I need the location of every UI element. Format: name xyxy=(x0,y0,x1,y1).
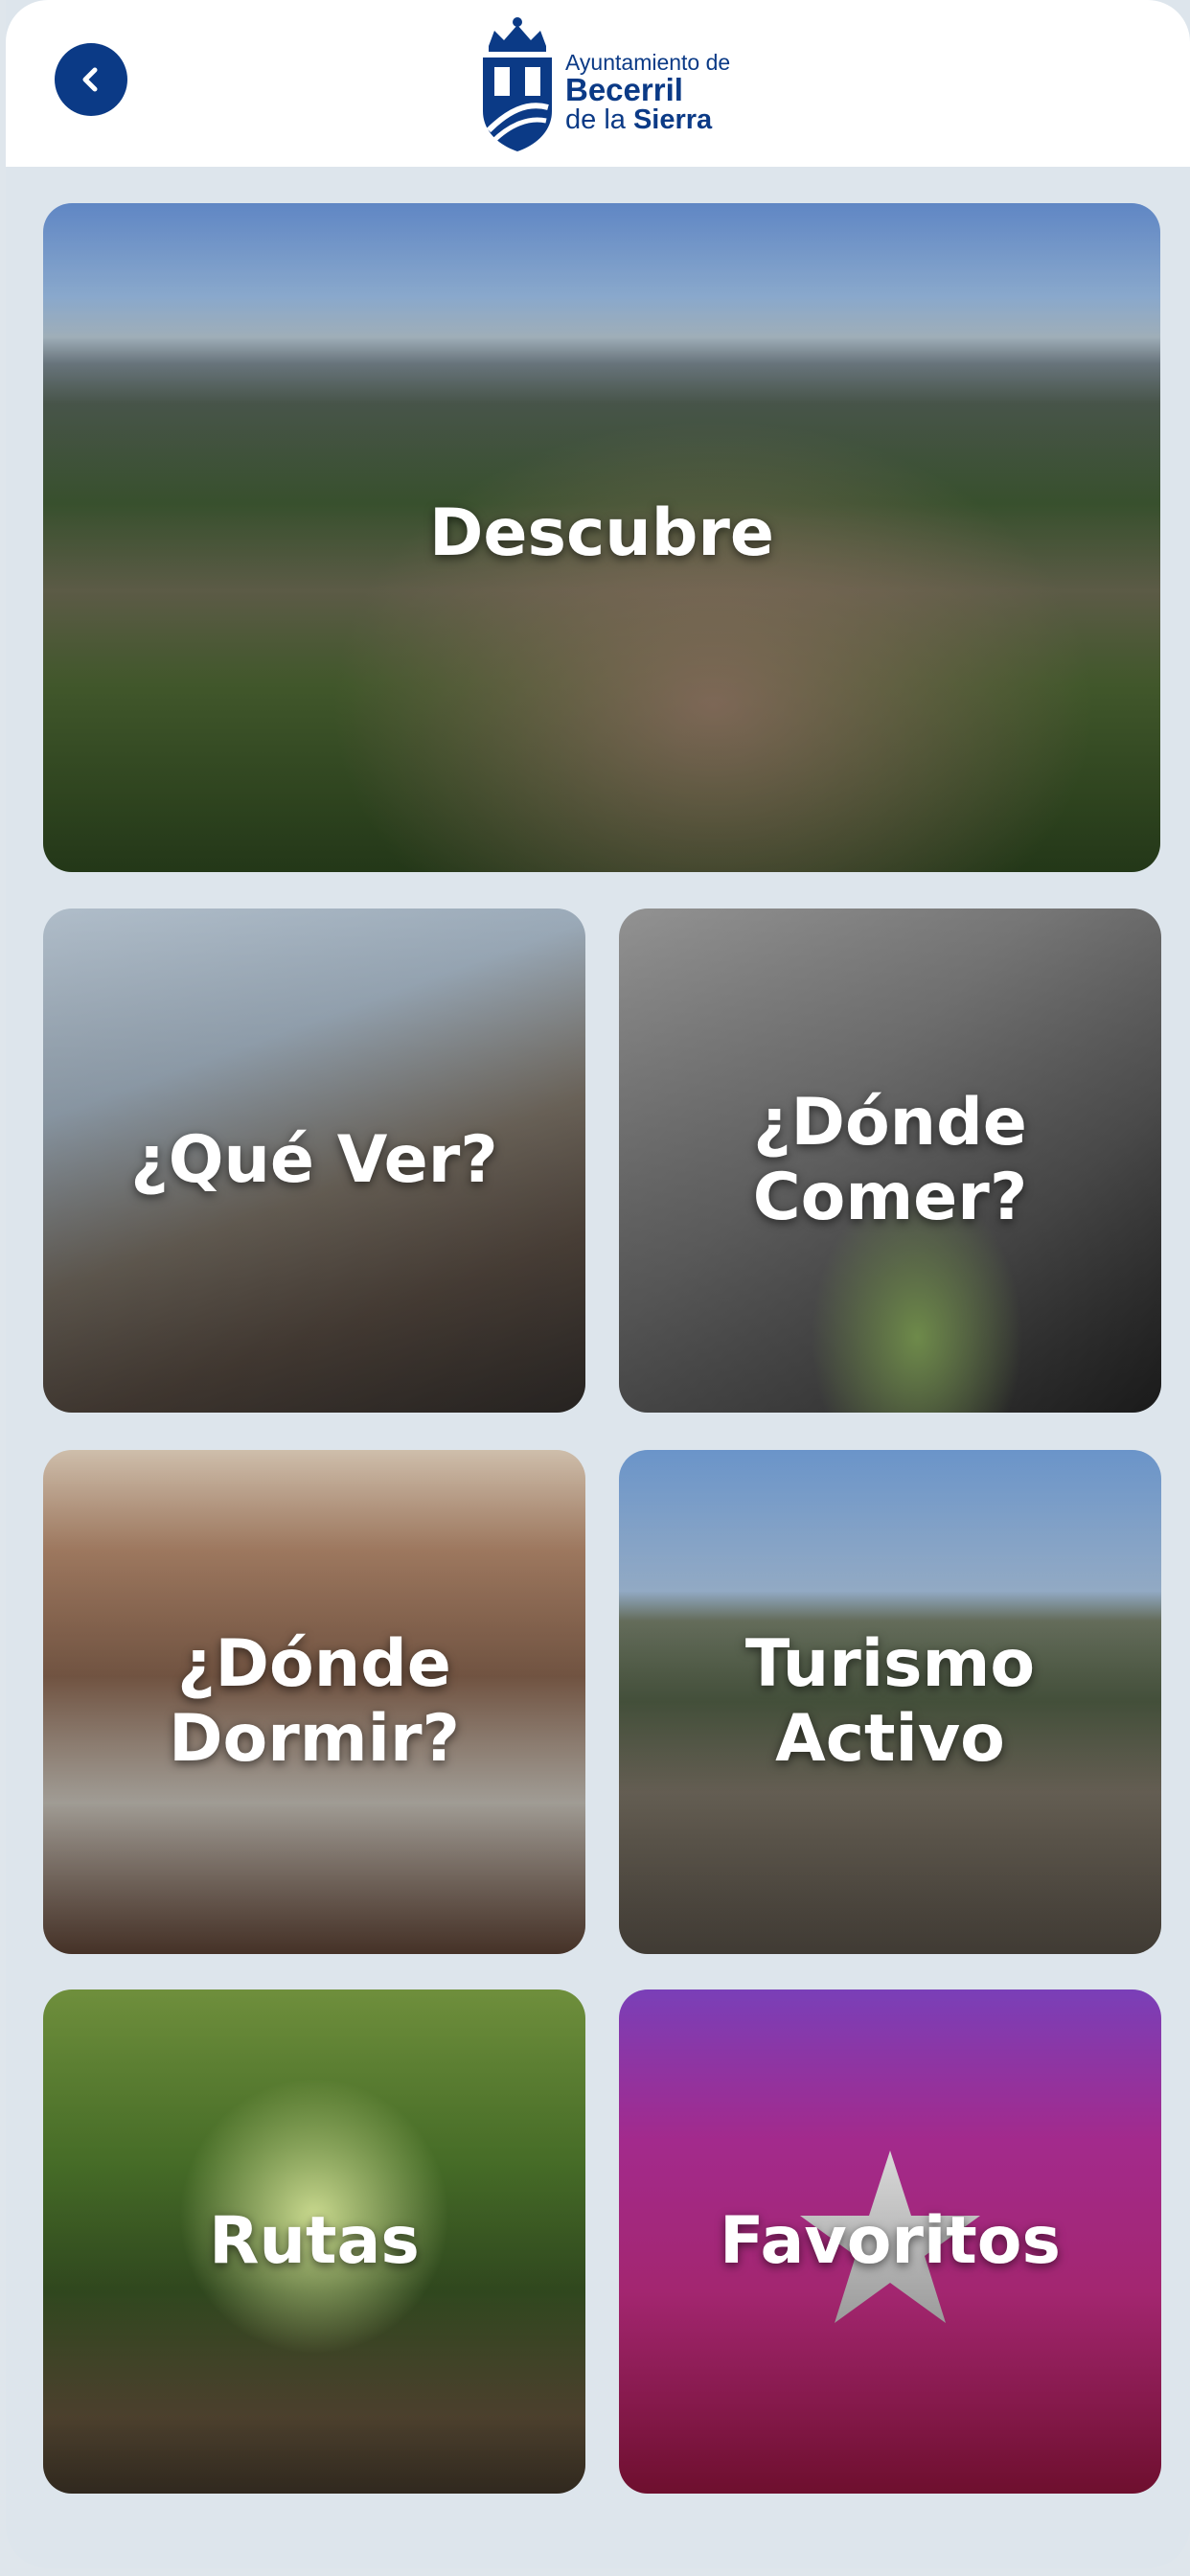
tile-que-ver-label: ¿Qué Ver? xyxy=(130,1121,498,1198)
logo-line-2: Becerril xyxy=(565,72,683,108)
tile-donde-dormir-label-line-2: Dormir? xyxy=(169,1701,460,1777)
tile-favoritos-label: Favoritos xyxy=(720,2202,1061,2279)
tile-donde-comer-label-line-2: Comer? xyxy=(752,1160,1028,1235)
tile-donde-dormir-label-line-1: ¿Dónde xyxy=(177,1625,451,1702)
logo-line-3-prefix: de la xyxy=(565,104,633,136)
back-button[interactable] xyxy=(55,43,127,116)
tile-turismo-activo[interactable]: Turismo Activo xyxy=(619,1450,1161,1954)
app-header: Ayuntamiento de Becerril de la Sierra xyxy=(6,0,1190,167)
logo-text: Ayuntamiento de Becerril de la Sierra xyxy=(565,50,731,136)
tile-donde-dormir-label: ¿Dónde Dormir? xyxy=(169,1625,460,1777)
tile-rutas-label: Rutas xyxy=(209,2202,420,2279)
logo-line-1: Ayuntamiento de xyxy=(565,50,731,75)
municipality-logo: Ayuntamiento de Becerril de la Sierra xyxy=(479,15,757,154)
logo-line-3-bold: Sierra xyxy=(632,104,713,136)
tile-descubre-label: Descubre xyxy=(428,494,775,571)
coat-of-arms-icon xyxy=(483,17,552,151)
tile-donde-dormir[interactable]: ¿Dónde Dormir? xyxy=(43,1450,585,1954)
tile-turismo-activo-label-line-1: Turismo xyxy=(744,1625,1036,1702)
tile-turismo-activo-label: Turismo Activo xyxy=(744,1625,1036,1777)
tile-donde-comer-label-line-1: ¿Dónde xyxy=(753,1084,1027,1161)
app-screen: Ayuntamiento de Becerril de la Sierra De… xyxy=(6,0,1190,2568)
tile-favoritos[interactable]: Favoritos xyxy=(619,1990,1161,2494)
tile-que-ver-label-line-1: ¿Qué Ver? xyxy=(130,1121,498,1198)
tile-donde-comer-label: ¿Dónde Comer? xyxy=(752,1084,1028,1235)
tile-rutas[interactable]: Rutas xyxy=(43,1990,585,2494)
tile-que-ver[interactable]: ¿Qué Ver? xyxy=(43,908,585,1413)
tile-donde-comer[interactable]: ¿Dónde Comer? xyxy=(619,908,1161,1413)
tile-descubre[interactable]: Descubre xyxy=(43,203,1160,872)
logo-line-3: de la Sierra xyxy=(565,104,730,136)
tile-turismo-activo-label-line-2: Activo xyxy=(775,1701,1005,1777)
chevron-left-icon xyxy=(82,67,98,92)
